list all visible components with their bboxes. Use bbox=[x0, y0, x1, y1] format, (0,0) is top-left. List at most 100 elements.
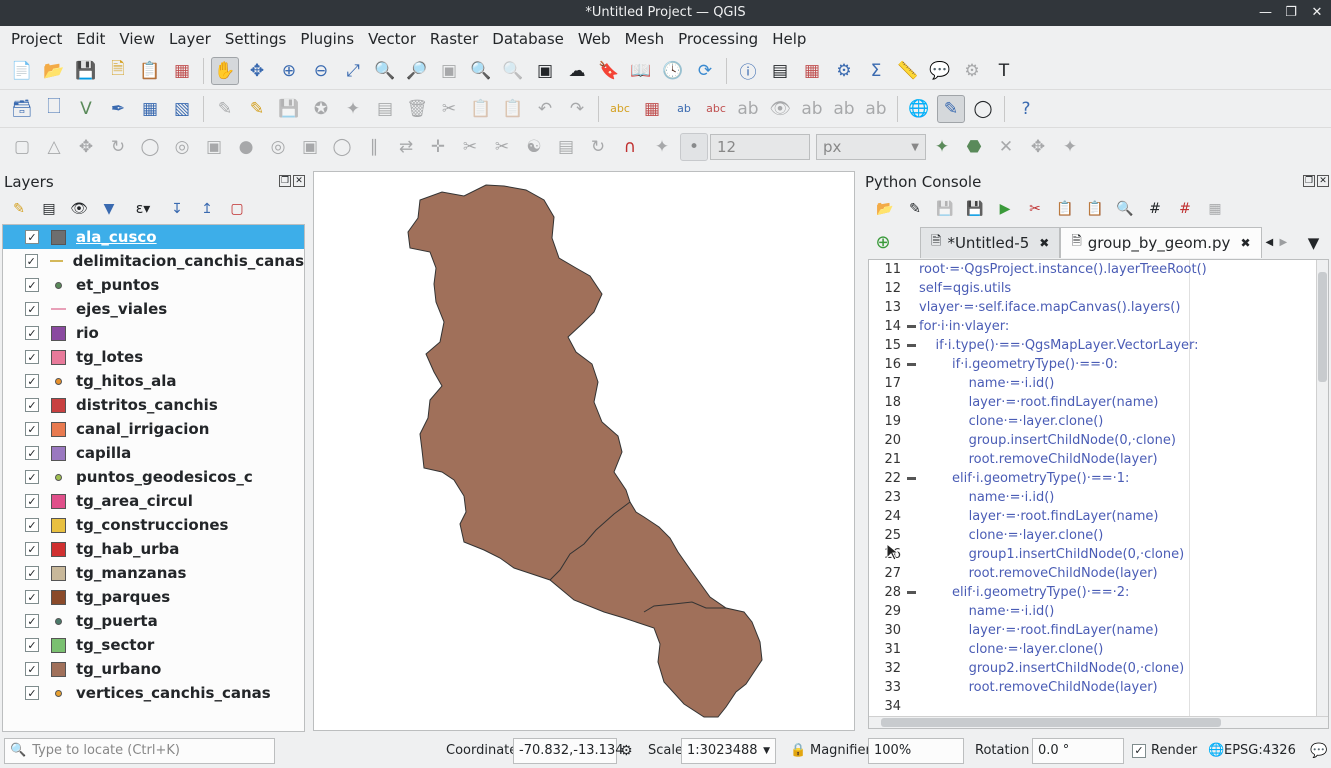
zoom-next-icon[interactable]: 🔍 bbox=[499, 57, 527, 85]
snapping-intersection-icon[interactable]: ⬣ bbox=[960, 133, 988, 161]
layer-visibility-checkbox[interactable]: ✓ bbox=[25, 446, 39, 460]
layer-visibility-checkbox[interactable]: ✓ bbox=[25, 542, 39, 556]
trim-extend-icon[interactable]: ✛ bbox=[424, 133, 452, 161]
find-icon[interactable]: 🔍 bbox=[1114, 198, 1136, 220]
manage-visibility-icon[interactable]: 👁 bbox=[68, 198, 90, 220]
layer-visibility-checkbox[interactable]: ✓ bbox=[25, 350, 39, 364]
pin-labels-icon[interactable]: ab bbox=[734, 95, 762, 123]
layer-item[interactable]: ✓ tg_parques bbox=[3, 585, 304, 609]
menu-layer[interactable]: Layer bbox=[162, 30, 218, 48]
render-checkbox[interactable]: ✓ bbox=[1132, 743, 1146, 758]
snapping-type-icon[interactable]: ✦ bbox=[648, 133, 676, 161]
layer-visibility-checkbox[interactable]: ✓ bbox=[25, 230, 39, 244]
open-attribute-table-icon[interactable]: ▤ bbox=[766, 57, 794, 85]
snapping-tolerance-icon[interactable]: • bbox=[680, 133, 708, 161]
help-contents-icon[interactable]: ? bbox=[1012, 95, 1040, 123]
save-as-icon[interactable]: 💾 bbox=[964, 198, 986, 220]
plugin-globe-icon[interactable]: 🌐 bbox=[905, 95, 933, 123]
editor-horizontal-scrollbar[interactable] bbox=[869, 716, 1328, 728]
python-console-icon[interactable]: ✎ bbox=[937, 94, 965, 123]
scale-select[interactable]: 1:3023488 ▼ bbox=[681, 737, 776, 764]
rotate-feature-icon[interactable]: ↻ bbox=[104, 133, 132, 161]
layer-visibility-checkbox[interactable]: ✓ bbox=[25, 590, 39, 604]
save-script-icon[interactable]: 💾 bbox=[934, 198, 956, 220]
menu-processing[interactable]: Processing bbox=[671, 30, 765, 48]
snap-unit-select[interactable]: px ▼ bbox=[816, 134, 926, 160]
layer-item[interactable]: ✓ tg_urbano bbox=[3, 657, 304, 681]
fold-marker-icon[interactable] bbox=[907, 477, 916, 480]
layer-visibility-checkbox[interactable]: ✓ bbox=[25, 326, 39, 340]
filter-expression-icon[interactable]: ε▾ bbox=[128, 198, 158, 220]
new-project-icon[interactable]: 📄 bbox=[8, 57, 36, 85]
layer-item[interactable]: ✓ capilla bbox=[3, 441, 304, 465]
text-annotation-icon[interactable]: T bbox=[990, 57, 1018, 85]
fold-marker-icon[interactable] bbox=[907, 344, 916, 347]
minimize-icon[interactable]: — bbox=[1259, 0, 1272, 26]
diagram-options-icon[interactable]: ▦ bbox=[638, 95, 666, 123]
layer-item[interactable]: ✓ ala_cusco bbox=[3, 225, 304, 249]
offset-curve-icon[interactable]: ∥ bbox=[360, 133, 388, 161]
fold-marker-icon[interactable] bbox=[907, 325, 916, 328]
uncomment-icon[interactable]: # bbox=[1174, 198, 1196, 220]
paste-icon[interactable]: 📋 bbox=[1084, 198, 1106, 220]
new-print-layout-icon[interactable]: 🗎 bbox=[104, 57, 132, 85]
redo-icon[interactable]: ↷ bbox=[563, 95, 591, 123]
label-toolbar-icon[interactable]: abc bbox=[606, 95, 634, 123]
layer-item[interactable]: ✓ tg_manzanas bbox=[3, 561, 304, 585]
close-panel-icon[interactable]: ✕ bbox=[293, 175, 305, 187]
temporal-controller-icon[interactable]: 🕓 bbox=[659, 57, 687, 85]
menu-plugins[interactable]: Plugins bbox=[293, 30, 361, 48]
statistical-summary-icon[interactable]: Σ bbox=[862, 57, 890, 85]
show-hide-labels-icon[interactable]: 👁 bbox=[766, 95, 794, 123]
snap-tolerance-input[interactable]: 12 bbox=[710, 134, 810, 160]
advanced-digitizing-icon[interactable]: ▢ bbox=[8, 133, 36, 161]
save-project-icon[interactable]: 💾 bbox=[72, 57, 100, 85]
reshape-features-icon[interactable]: ◯ bbox=[328, 133, 356, 161]
float-panel-icon[interactable]: ❐ bbox=[279, 175, 291, 187]
layer-item[interactable]: ✓ tg_area_circul bbox=[3, 489, 304, 513]
cut-icon[interactable]: ✂ bbox=[1024, 198, 1046, 220]
layer-item[interactable]: ✓ puntos_geodesicos_c bbox=[3, 465, 304, 489]
menu-edit[interactable]: Edit bbox=[69, 30, 112, 48]
menu-database[interactable]: Database bbox=[485, 30, 571, 48]
layer-item[interactable]: ✓ tg_construcciones bbox=[3, 513, 304, 537]
add-vector-layer-icon[interactable]: V bbox=[72, 95, 100, 123]
menu-raster[interactable]: Raster bbox=[423, 30, 485, 48]
vertex-tool-icon[interactable]: ✦ bbox=[339, 95, 367, 123]
processing-toolbox-icon[interactable]: ⚙ bbox=[830, 57, 858, 85]
add-feature-icon[interactable]: ✪ bbox=[307, 95, 335, 123]
simplify-feature-icon[interactable]: ◯ bbox=[136, 133, 164, 161]
menu-vector[interactable]: Vector bbox=[361, 30, 423, 48]
maximize-icon[interactable]: ❐ bbox=[1285, 0, 1297, 26]
toggle-extents-icon[interactable]: ⚙ bbox=[620, 743, 633, 759]
layer-visibility-checkbox[interactable]: ✓ bbox=[25, 374, 39, 388]
snapping-settings-icon[interactable]: ✦ bbox=[1056, 133, 1084, 161]
fold-marker-icon[interactable] bbox=[907, 591, 916, 594]
open-script-icon[interactable]: 📂 bbox=[874, 198, 896, 220]
merge-attributes-icon[interactable]: ▤ bbox=[552, 133, 580, 161]
save-edits-icon[interactable]: 💾 bbox=[275, 95, 303, 123]
layer-visibility-checkbox[interactable]: ✓ bbox=[25, 566, 39, 580]
paste-features-icon[interactable]: 📋 bbox=[499, 95, 527, 123]
enable-tracing-icon[interactable]: ✕ bbox=[992, 133, 1020, 161]
highlight-pinned-labels-icon[interactable]: ab bbox=[670, 95, 698, 123]
new-bookmark-icon[interactable]: 🔖 bbox=[595, 57, 623, 85]
layer-item[interactable]: ✓ delimitacion_canchis_canas bbox=[3, 249, 304, 273]
fold-marker-icon[interactable] bbox=[907, 363, 916, 366]
layer-item[interactable]: ✓ tg_sector bbox=[3, 633, 304, 657]
delete-selected-icon[interactable]: 🗑 bbox=[403, 95, 431, 123]
measure-icon[interactable]: 📏 bbox=[894, 57, 922, 85]
self-snapping-icon[interactable]: ✥ bbox=[1024, 133, 1052, 161]
crs-globe-icon[interactable]: 🌐 bbox=[1208, 743, 1224, 758]
object-inspector-icon[interactable]: ▦ bbox=[1204, 198, 1226, 220]
layer-item[interactable]: ✓ distritos_canchis bbox=[3, 393, 304, 417]
pan-to-selection-icon[interactable]: ✥ bbox=[243, 57, 271, 85]
layer-visibility-checkbox[interactable]: ✓ bbox=[25, 470, 39, 484]
menu-mesh[interactable]: Mesh bbox=[618, 30, 672, 48]
menu-view[interactable]: View bbox=[112, 30, 162, 48]
coordinate-field[interactable]: -70.832,-13.134 bbox=[513, 737, 624, 764]
open-project-icon[interactable]: 📂 bbox=[40, 57, 68, 85]
delete-part-icon[interactable]: ▣ bbox=[296, 133, 324, 161]
merge-features-icon[interactable]: ☯ bbox=[520, 133, 548, 161]
layer-visibility-checkbox[interactable]: ✓ bbox=[25, 614, 39, 628]
